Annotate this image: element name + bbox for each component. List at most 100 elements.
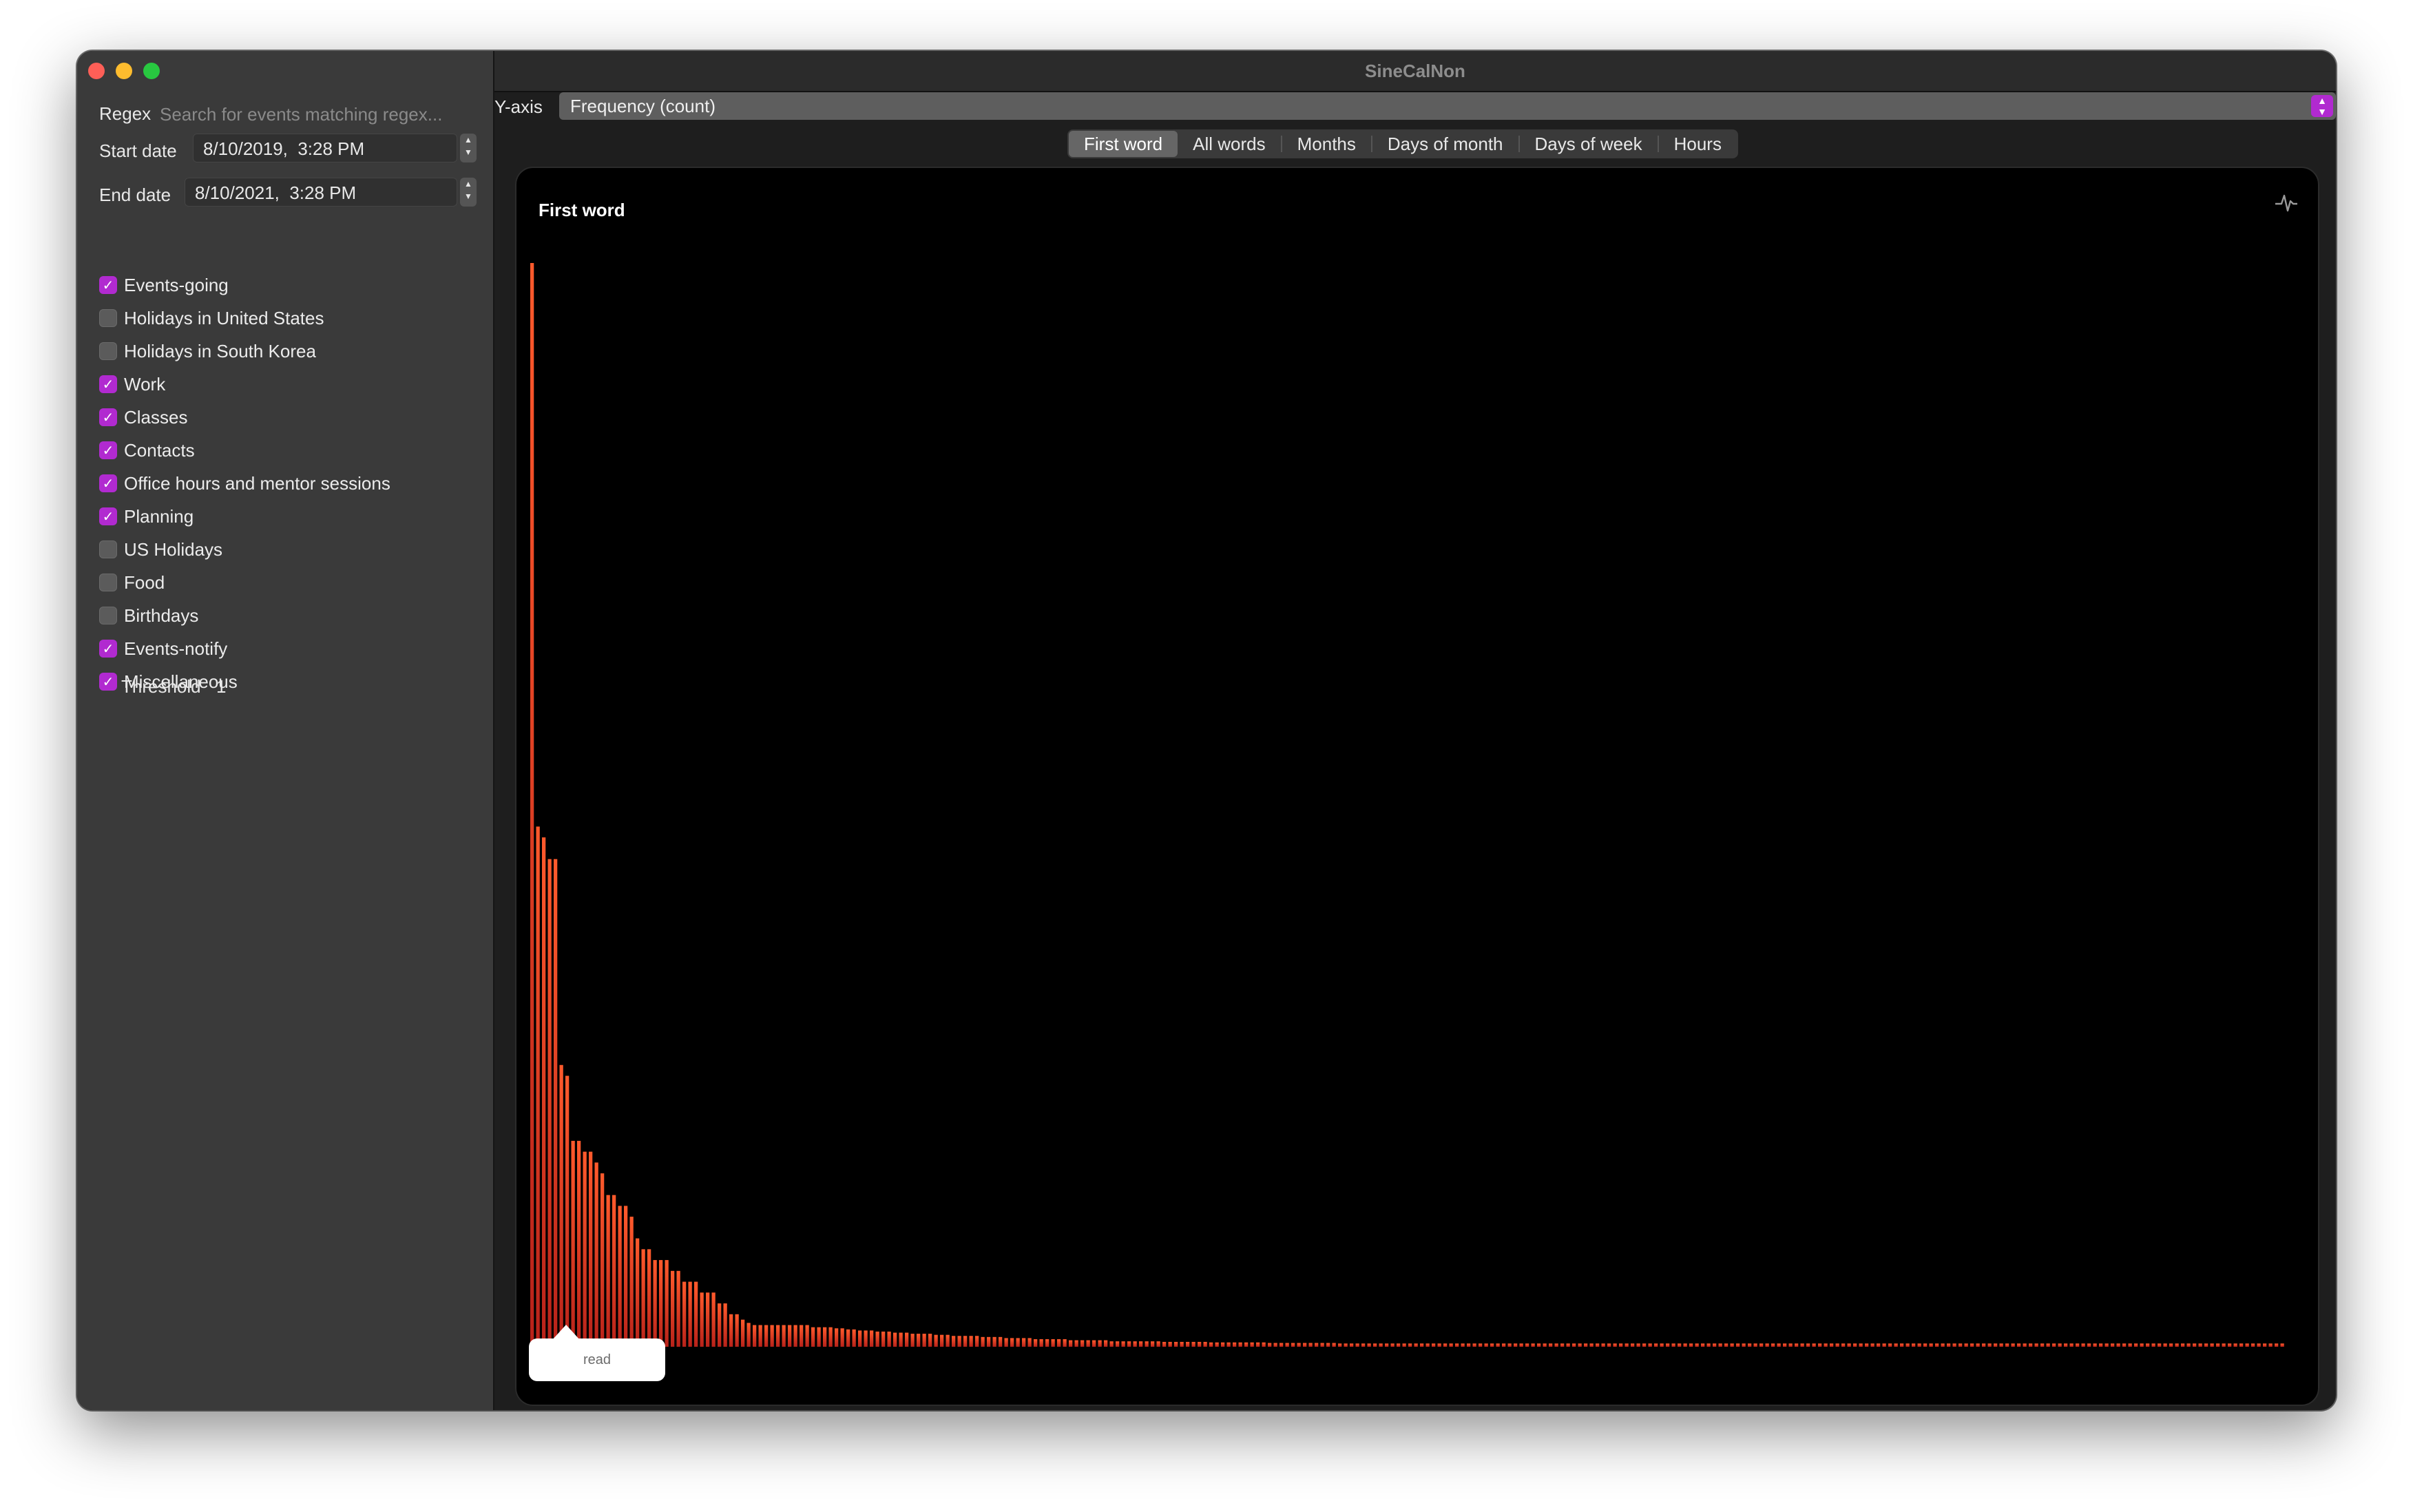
chart-bar[interactable]: [2198, 1343, 2202, 1347]
chart-bar[interactable]: [718, 1303, 722, 1347]
tab-months[interactable]: Months: [1282, 131, 1371, 157]
chart-bar[interactable]: [764, 1325, 769, 1347]
chart-bar[interactable]: [1976, 1343, 1980, 1347]
chart-bar[interactable]: [1859, 1343, 1863, 1347]
chart-bar[interactable]: [2175, 1343, 2179, 1347]
chart-bar[interactable]: [1877, 1343, 1881, 1347]
calendar-row[interactable]: Birthdays: [99, 603, 198, 628]
chart-bar[interactable]: [1472, 1343, 1476, 1347]
chart-bar[interactable]: [1689, 1343, 1693, 1347]
chart-bar[interactable]: [1092, 1340, 1096, 1347]
calendar-checkbox[interactable]: [99, 309, 117, 327]
chart-bar[interactable]: [1900, 1343, 1904, 1347]
chart-bar[interactable]: [1034, 1338, 1038, 1347]
chart-bar[interactable]: [899, 1332, 903, 1347]
chart-bar[interactable]: [1285, 1343, 1289, 1347]
calendar-row[interactable]: ✓ Work: [99, 372, 165, 397]
chart-bar[interactable]: [922, 1334, 926, 1347]
chart-bar[interactable]: [706, 1292, 710, 1347]
chart-bar[interactable]: [1683, 1343, 1687, 1347]
chart-bar[interactable]: [1273, 1343, 1277, 1347]
chart-bar[interactable]: [858, 1330, 862, 1347]
chart-bar[interactable]: [1063, 1338, 1067, 1347]
chart-bar[interactable]: [1841, 1343, 1846, 1347]
chart-bar[interactable]: [1016, 1338, 1020, 1347]
chart-bar[interactable]: [1706, 1343, 1711, 1347]
chart-bar[interactable]: [1865, 1343, 1869, 1347]
chart-bar[interactable]: [1467, 1343, 1471, 1347]
chart-bar[interactable]: [2017, 1343, 2021, 1347]
chart-bar[interactable]: [1759, 1343, 1764, 1347]
chart-bar[interactable]: [999, 1336, 1003, 1347]
chart-bar[interactable]: [1543, 1343, 1547, 1347]
chart-bar[interactable]: [1519, 1343, 1523, 1347]
chart-bar[interactable]: [1121, 1341, 1125, 1347]
chart-bar[interactable]: [2093, 1343, 2097, 1347]
chart-bar[interactable]: [1233, 1342, 1237, 1347]
chart-bar[interactable]: [612, 1195, 616, 1347]
chart-bar[interactable]: [2251, 1343, 2255, 1347]
chart-bar[interactable]: [1109, 1341, 1114, 1347]
chart-bar[interactable]: [636, 1238, 640, 1347]
threshold-value[interactable]: 1: [216, 676, 226, 697]
chart-bar[interactable]: [1882, 1343, 1886, 1347]
chart-bar[interactable]: [2134, 1343, 2138, 1347]
chart-bar[interactable]: [1589, 1343, 1594, 1347]
chart-bar[interactable]: [2116, 1343, 2120, 1347]
chart-bar[interactable]: [1994, 1343, 1998, 1347]
chart-bar[interactable]: [1870, 1343, 1874, 1347]
chart-bar[interactable]: [758, 1325, 762, 1347]
calendar-row[interactable]: Holidays in South Korea: [99, 339, 316, 364]
chart-bar[interactable]: [1397, 1343, 1401, 1347]
chart-bar[interactable]: [1718, 1343, 1722, 1347]
chart-bar[interactable]: [624, 1206, 628, 1347]
chart-bar[interactable]: [1941, 1343, 1945, 1347]
chart-bar[interactable]: [957, 1336, 961, 1347]
chart-bar[interactable]: [694, 1281, 698, 1347]
chart-bar[interactable]: [2210, 1343, 2214, 1347]
chart-bar[interactable]: [1812, 1343, 1816, 1347]
chart-bar[interactable]: [1507, 1343, 1512, 1347]
chart-bar[interactable]: [1765, 1343, 1769, 1347]
chart-bar[interactable]: [1923, 1343, 1928, 1347]
chart-bar[interactable]: [992, 1336, 996, 1347]
chart-bar[interactable]: [629, 1217, 634, 1347]
chart-bar[interactable]: [671, 1270, 675, 1347]
chart-bar[interactable]: [700, 1292, 704, 1347]
chart-bar[interactable]: [1771, 1343, 1775, 1347]
chart-bar[interactable]: [1514, 1343, 1518, 1347]
chart-bar[interactable]: [1648, 1343, 1652, 1347]
chart-bar[interactable]: [1987, 1343, 1992, 1347]
chart-bar[interactable]: [2193, 1343, 2197, 1347]
chart-bar[interactable]: [1104, 1340, 1108, 1347]
chart-bar[interactable]: [1917, 1343, 1921, 1347]
chart-bar[interactable]: [969, 1336, 973, 1347]
calendar-checkbox[interactable]: ✓: [99, 408, 117, 426]
chart-bar[interactable]: [1291, 1343, 1295, 1347]
chart-bar[interactable]: [1385, 1343, 1389, 1347]
chart-bar[interactable]: [1894, 1343, 1898, 1347]
chart-bar[interactable]: [589, 1151, 593, 1347]
chart-bar[interactable]: [1947, 1343, 1951, 1347]
tab-hours[interactable]: Hours: [1659, 131, 1737, 157]
chart-bar[interactable]: [887, 1331, 891, 1347]
chart-bar[interactable]: [2099, 1343, 2103, 1347]
chevron-updown-icon[interactable]: ▲ ▼: [2311, 95, 2333, 117]
chart-bar[interactable]: [1554, 1343, 1558, 1347]
chart-bar[interactable]: [1221, 1342, 1225, 1347]
chart-bar[interactable]: [559, 1064, 563, 1347]
chart-bar[interactable]: [2233, 1343, 2237, 1347]
chart-bar[interactable]: [547, 859, 552, 1347]
chart-bar[interactable]: [1051, 1338, 1055, 1347]
chart-bar[interactable]: [817, 1327, 821, 1347]
chart-bar[interactable]: [893, 1332, 897, 1347]
chart-bar[interactable]: [2275, 1343, 2279, 1347]
start-date-stepper[interactable]: ▲ ▼: [460, 134, 477, 162]
chart-bar[interactable]: [1174, 1341, 1178, 1347]
chart-bar[interactable]: [1970, 1343, 1974, 1347]
chart-bar[interactable]: [2052, 1343, 2056, 1347]
chart-bar[interactable]: [1549, 1343, 1553, 1347]
chart-bar[interactable]: [618, 1206, 622, 1347]
chart-bar[interactable]: [2146, 1343, 2150, 1347]
chart-bar[interactable]: [1742, 1343, 1746, 1347]
